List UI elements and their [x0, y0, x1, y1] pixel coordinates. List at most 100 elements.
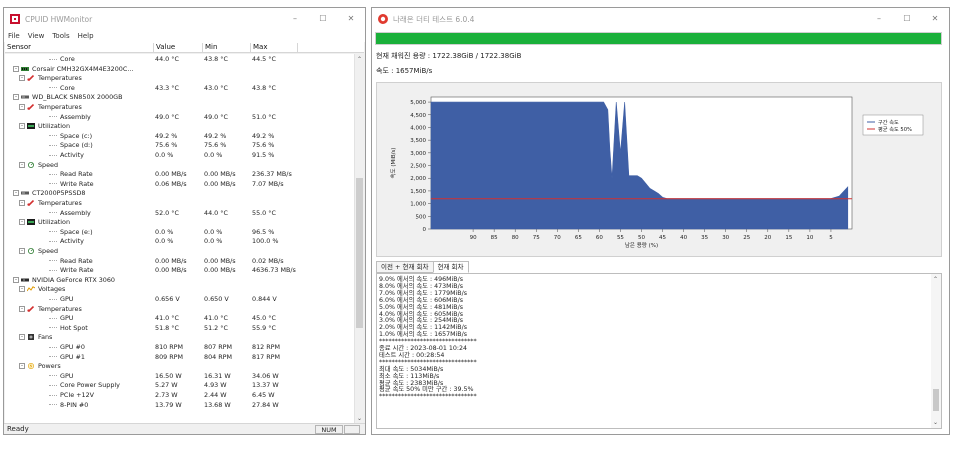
sensor-min: 49.2 %: [204, 131, 227, 140]
tab-all-rounds[interactable]: 이전 + 현재 회차: [376, 261, 434, 273]
sensor-row[interactable]: Space (e:) 0.0 % 0.0 % 96.5 %: [5, 228, 356, 237]
close-button[interactable]: ✕: [921, 8, 949, 30]
tab-current-round[interactable]: 현재 회차: [432, 261, 469, 273]
sensor-row[interactable]: Read Rate 0.00 MB/s 0.00 MB/s 0.02 MB/s: [5, 257, 356, 266]
column-value[interactable]: Value: [153, 43, 175, 53]
sensor-row[interactable]: Core 43.3 °C 43.0 °C 43.8 °C: [5, 84, 356, 93]
collapse-toggle-icon[interactable]: –: [19, 123, 25, 130]
sensor-row[interactable]: – Voltages: [5, 285, 356, 294]
tree-connector: [49, 240, 57, 242]
sensor-row[interactable]: GPU 0.656 V 0.650 V 0.844 V: [5, 295, 356, 304]
minimize-button[interactable]: –: [281, 8, 309, 30]
tree-connector: [49, 384, 57, 386]
collapse-toggle-icon[interactable]: –: [13, 65, 19, 72]
hwmonitor-titlebar[interactable]: CPUID HWMonitor – ☐ ✕: [4, 8, 365, 30]
collapse-toggle-icon[interactable]: –: [13, 190, 19, 197]
maximize-button[interactable]: ☐: [893, 8, 921, 30]
sensor-row[interactable]: – Utilization: [5, 122, 356, 131]
sensor-value: 49.0 °C: [155, 112, 179, 121]
log-textbox[interactable]: ⌃ ⌄ 9.0% 에서의 속도 : 496MiB/s 8.0% 에서의 속도 : …: [376, 273, 942, 429]
menu-help[interactable]: Help: [74, 32, 98, 40]
sensor-row[interactable]: Core Power Supply 5.27 W 4.93 W 13.37 W: [5, 381, 356, 390]
log-scrollbar[interactable]: ⌃ ⌄: [931, 274, 941, 428]
collapse-toggle-icon[interactable]: –: [19, 286, 25, 293]
maximize-button[interactable]: ☐: [309, 8, 337, 30]
sensor-row[interactable]: Assembly 52.0 °C 44.0 °C 55.0 °C: [5, 209, 356, 218]
sensor-row[interactable]: – Utilization: [5, 218, 356, 227]
sensor-row[interactable]: – CT2000P5PSSD8: [5, 189, 356, 198]
sensor-row[interactable]: – Speed: [5, 161, 356, 170]
menu-view[interactable]: View: [24, 32, 49, 40]
column-sensor[interactable]: Sensor: [5, 43, 31, 53]
scroll-up-arrow[interactable]: ⌃: [355, 56, 364, 63]
collapse-toggle-icon[interactable]: –: [13, 94, 19, 101]
sensor-label-group: – Powers: [19, 362, 61, 371]
x-tick-label: 80: [512, 235, 519, 241]
sensor-min: 0.0 %: [204, 151, 223, 159]
collapse-toggle-icon[interactable]: –: [19, 363, 25, 370]
log-scroll-up-arrow[interactable]: ⌃: [931, 276, 940, 283]
column-min[interactable]: Min: [202, 43, 217, 53]
tree-connector: [49, 87, 57, 89]
collapse-toggle-icon[interactable]: –: [19, 334, 25, 341]
sensor-row[interactable]: – Temperatures: [5, 305, 356, 314]
log-scroll-thumb[interactable]: [933, 388, 939, 411]
sensor-row[interactable]: Space (c:) 49.2 % 49.2 % 49.2 %: [5, 132, 356, 141]
x-tick-label: 70: [554, 235, 561, 241]
close-button[interactable]: ✕: [337, 8, 365, 30]
sensor-row[interactable]: – WD_BLACK SN850X 2000GB: [5, 93, 356, 102]
nftest-titlebar[interactable]: 나래온 더티 테스트 6.0.4 – ☐ ✕: [372, 8, 949, 30]
menu-tools[interactable]: Tools: [48, 32, 73, 40]
sensor-row[interactable]: GPU 41.0 °C 41.0 °C 45.0 °C: [5, 314, 356, 323]
collapse-toggle-icon[interactable]: –: [19, 75, 25, 82]
sensor-value: 810 RPM: [155, 343, 184, 351]
sensor-min: 2.44 W: [204, 391, 227, 399]
sensor-row[interactable]: Assembly 49.0 °C 49.0 °C 51.0 °C: [5, 113, 356, 122]
sensor-row[interactable]: Write Rate 0.00 MB/s 0.00 MB/s 4636.73 MB/s: [5, 266, 356, 275]
sensor-row[interactable]: – Corsair CMH32GX4M4E3200C...: [5, 65, 356, 74]
sensor-row[interactable]: Space (d:) 75.6 % 75.6 % 75.6 %: [5, 141, 356, 150]
sensor-name: Powers: [38, 362, 61, 371]
sensor-row[interactable]: – Powers: [5, 362, 356, 371]
sensor-min: 4.93 W: [204, 381, 227, 390]
sensor-row[interactable]: Activity 0.0 % 0.0 % 91.5 %: [5, 151, 356, 160]
collapse-toggle-icon[interactable]: –: [19, 104, 25, 110]
sensor-row[interactable]: Activity 0.0 % 0.0 % 100.0 %: [5, 237, 356, 246]
sensor-row[interactable]: GPU 16.50 W 16.31 W 34.06 W: [5, 372, 356, 381]
minimize-button[interactable]: –: [865, 8, 893, 30]
sensor-row[interactable]: – NVIDIA GeForce RTX 3060: [5, 276, 356, 285]
collapse-toggle-icon[interactable]: –: [19, 200, 25, 206]
sensor-row[interactable]: – Fans: [5, 333, 356, 342]
sensor-tree[interactable]: Core 44.0 °C 43.8 °C 44.5 °C – Corsair CMH32G…: [5, 54, 356, 424]
sensor-row[interactable]: – Speed: [5, 247, 356, 256]
sensor-row[interactable]: – Temperatures: [5, 103, 356, 112]
sensor-value: 0.0 %: [155, 237, 174, 246]
sensor-row[interactable]: – Temperatures: [5, 74, 356, 83]
collapse-toggle-icon[interactable]: –: [19, 219, 25, 226]
sensor-name: Temperatures: [38, 103, 82, 111]
sensor-row[interactable]: GPU #1 809 RPM 804 RPM 817 RPM: [5, 353, 356, 362]
sensor-max: 45.0 °C: [252, 314, 276, 323]
log-scroll-down-arrow[interactable]: ⌄: [931, 419, 940, 426]
collapse-toggle-icon[interactable]: –: [19, 161, 25, 168]
collapse-toggle-icon[interactable]: –: [19, 248, 25, 254]
column-max[interactable]: Max: [250, 43, 267, 53]
sensor-row[interactable]: Hot Spot 51.8 °C 51.2 °C 55.9 °C: [5, 324, 356, 333]
sensor-row[interactable]: Read Rate 0.00 MB/s 0.00 MB/s 236.37 MB/s: [5, 170, 356, 179]
tree-connector: [49, 154, 57, 156]
sensor-row[interactable]: Write Rate 0.06 MB/s 0.00 MB/s 7.07 MB/s: [5, 180, 356, 189]
menu-file[interactable]: File: [4, 32, 24, 40]
collapse-toggle-icon[interactable]: –: [19, 305, 25, 312]
sensor-row[interactable]: PCIe +12V 2.73 W 2.44 W 6.45 W: [5, 391, 356, 400]
collapse-toggle-icon[interactable]: –: [13, 276, 19, 283]
scroll-thumb[interactable]: [356, 177, 363, 328]
sensor-label-group: GPU #1: [49, 353, 85, 362]
sensor-row[interactable]: 8-PIN #0 13.79 W 13.68 W 27.84 W: [5, 401, 356, 410]
sensor-row[interactable]: GPU #0 810 RPM 807 RPM 812 RPM: [5, 343, 356, 352]
x-tick-label: 90: [470, 235, 477, 241]
sensor-scrollbar[interactable]: ⌃ ⌄: [354, 54, 364, 424]
sensor-row[interactable]: – Temperatures: [5, 199, 356, 208]
scroll-down-arrow[interactable]: ⌄: [355, 415, 364, 422]
sensor-row[interactable]: Core 44.0 °C 43.8 °C 44.5 °C: [5, 55, 356, 64]
x-tick-label: 85: [491, 235, 498, 241]
